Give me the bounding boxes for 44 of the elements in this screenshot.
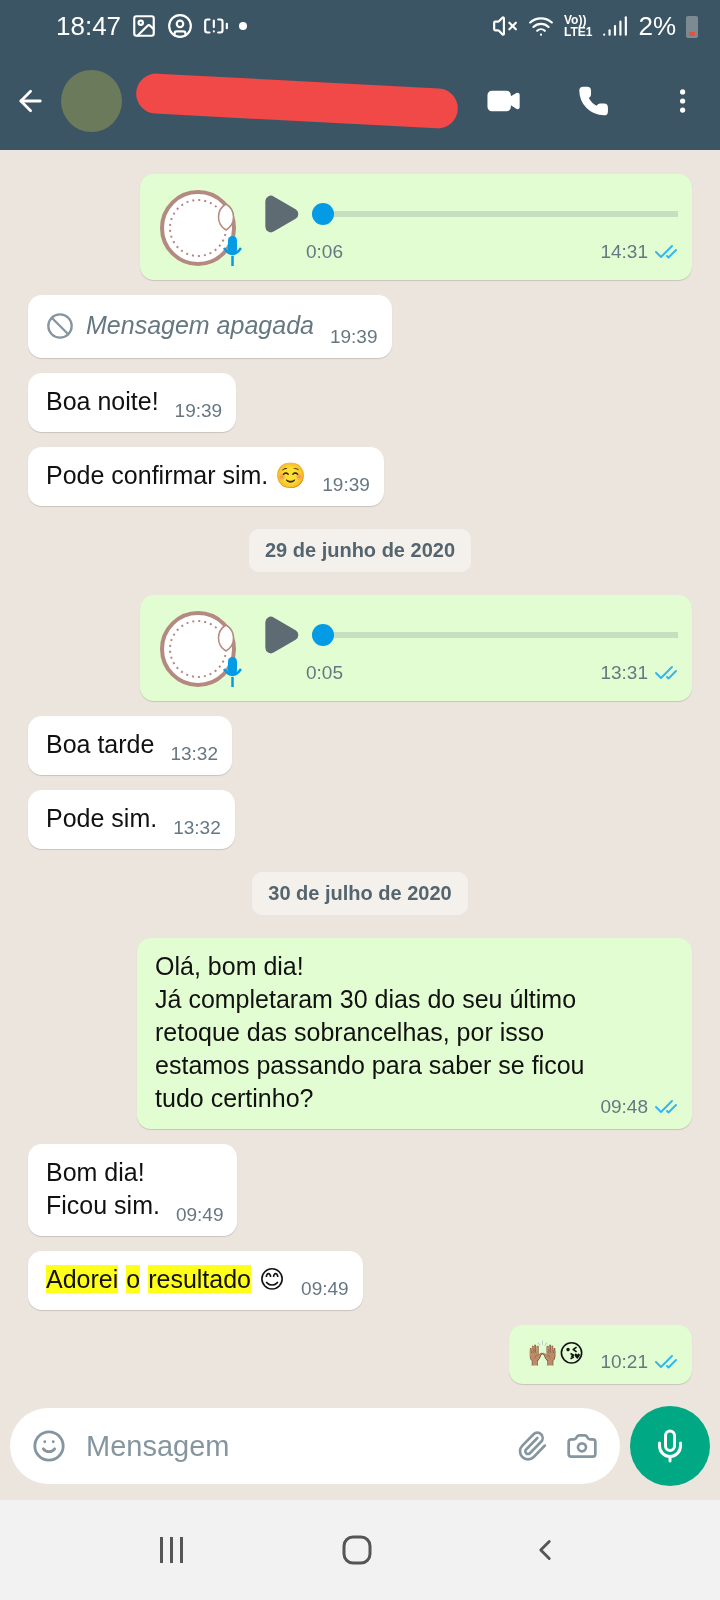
message-time: 19:39: [329, 326, 378, 348]
message-text: 😊: [259, 1265, 286, 1293]
date-chip: 29 de junho de 2020: [248, 529, 472, 572]
clock-time: 18:47: [56, 10, 122, 42]
image-icon: [131, 13, 158, 39]
battery-percentage: 2%: [638, 10, 676, 42]
emoji-icon[interactable]: [32, 1429, 66, 1463]
account-icon: [167, 13, 194, 39]
highlighted-word: resultado: [148, 1265, 252, 1293]
message-text: Bom dia! Ficou sim.: [46, 1158, 160, 1219]
message-text: Boa tarde: [46, 730, 155, 758]
audio-progress-thumb[interactable]: [312, 624, 334, 646]
audio-duration: 0:05: [306, 662, 343, 684]
audio-duration: 0:06: [306, 241, 343, 263]
mute-icon: [491, 13, 518, 39]
highlighted-word: Adorei: [46, 1265, 119, 1293]
deleted-message-text: Mensagem apagada: [86, 311, 314, 340]
attach-icon[interactable]: [516, 1430, 548, 1462]
highlighted-word: o: [126, 1265, 141, 1293]
message-time: 19:39: [174, 400, 223, 422]
audio-progress-thumb[interactable]: [312, 203, 334, 225]
date-chip: 30 de julho de 2020: [252, 872, 468, 915]
message-time: 14:31: [600, 241, 648, 263]
message-text: Boa noite!: [46, 387, 159, 415]
message-text: Pode confirmar sim. ☺: [46, 461, 307, 489]
message-time: 13:32: [170, 743, 218, 765]
message-time: 09:48: [600, 1096, 648, 1118]
signal-icon: [602, 13, 629, 39]
message-text: Olá, bom dia! Já completaram 30 dias do seu último retoque das sobrancelhas, por isso estamos passando para saber se ficou tudo certinho?: [155, 952, 585, 1112]
message-time: 19:39: [322, 474, 370, 496]
message-time: 13:31: [600, 662, 648, 684]
message-time: 13:32: [173, 817, 221, 839]
message-composer-field[interactable]: Mensagem: [10, 1408, 620, 1484]
message-text: Pode sim.: [46, 804, 158, 832]
message-input-field[interactable]: Mensagem: [84, 1428, 498, 1464]
prohibited-icon: [46, 311, 74, 340]
phone-icon[interactable]: [578, 85, 610, 117]
battery-icon: [686, 14, 698, 38]
message-text: 🙌🏽😘: [527, 1339, 585, 1367]
message-time: 09:49: [301, 1278, 349, 1300]
message-time: 10:21: [600, 1351, 648, 1373]
volte-label: Vo)) LTE1: [563, 14, 593, 38]
message-time: 09:49: [175, 1204, 224, 1226]
dot-icon: [239, 22, 248, 30]
